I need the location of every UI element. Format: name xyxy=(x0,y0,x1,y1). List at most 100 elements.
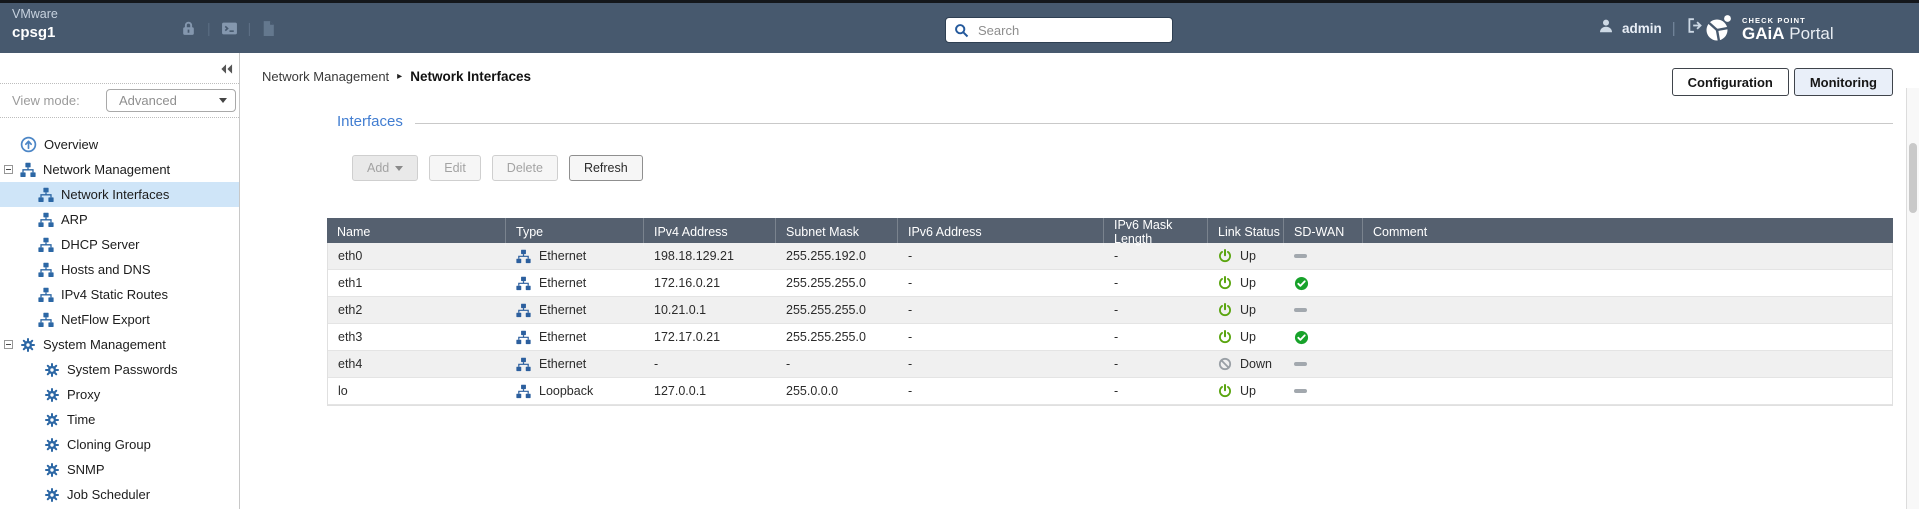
user-icon xyxy=(1598,18,1614,39)
cell-comment xyxy=(1363,324,1892,350)
checkpoint-logo-text: CHECK POINT GAiA Portal xyxy=(1742,16,1834,43)
section-header: Interfaces xyxy=(337,113,1893,130)
cell-link-status: Up xyxy=(1208,243,1284,269)
table-row[interactable]: lo Loopback 127.0.0.1 255.0.0.0 - - Up xyxy=(328,378,1892,405)
vertical-scrollbar[interactable] xyxy=(1906,88,1919,509)
gear-icon xyxy=(20,337,36,353)
sidebar-item[interactable]: Overview xyxy=(0,132,239,157)
cell-type: Ethernet xyxy=(506,243,644,269)
column-header[interactable]: Subnet Mask xyxy=(775,218,897,246)
toolbar-button-label: Add xyxy=(367,161,389,175)
cell-comment xyxy=(1363,378,1892,404)
table-row[interactable]: eth0 Ethernet 198.18.129.21 255.255.192.… xyxy=(328,243,1892,270)
column-header[interactable]: Type xyxy=(505,218,643,246)
section-divider xyxy=(415,123,1893,124)
top-bar: VMware cpsg1 | | admin | CHECK POINT GAi… xyxy=(0,3,1919,53)
toolbar-button[interactable]: Add xyxy=(352,155,418,181)
column-header[interactable]: SD-WAN xyxy=(1283,218,1362,246)
sidebar-item[interactable]: Time xyxy=(0,407,239,432)
loopback-icon xyxy=(516,384,531,399)
cell-link-status-label: Up xyxy=(1240,330,1256,344)
cell-link-status: Up xyxy=(1208,324,1284,350)
cell-type: Ethernet xyxy=(506,351,644,377)
cell-subnet-mask: 255.255.255.0 xyxy=(776,324,898,350)
cell-link-status-label: Up xyxy=(1240,249,1256,263)
network-icon xyxy=(38,237,54,253)
table-row[interactable]: eth2 Ethernet 10.21.0.1 255.255.255.0 - … xyxy=(328,297,1892,324)
breadcrumb-parent[interactable]: Network Management xyxy=(262,69,389,84)
cell-type: Ethernet xyxy=(506,297,644,323)
sdwan-disabled-icon xyxy=(1294,389,1307,393)
mode-button[interactable]: Monitoring xyxy=(1794,68,1893,96)
column-header[interactable]: Link Status xyxy=(1207,218,1283,246)
view-mode-value: Advanced xyxy=(119,93,177,108)
table-row[interactable]: eth4 Ethernet - - - - Down xyxy=(328,351,1892,378)
mode-button[interactable]: Configuration xyxy=(1672,68,1789,96)
icon-separator: | xyxy=(248,20,252,36)
sidebar-item[interactable]: System Management xyxy=(0,332,239,357)
column-header[interactable]: IPv4 Address xyxy=(643,218,775,246)
sidebar-item[interactable]: System Passwords xyxy=(0,357,239,382)
cell-ipv6-mask: - xyxy=(1104,270,1208,296)
chevron-down-icon xyxy=(395,166,403,171)
toolbar-button[interactable]: Refresh xyxy=(569,155,643,181)
cell-name: eth3 xyxy=(328,324,506,350)
document-icon[interactable] xyxy=(261,20,276,37)
cell-link-status-label: Down xyxy=(1240,357,1272,371)
sidebar-item-label: Time xyxy=(67,412,95,427)
network-icon xyxy=(38,262,54,278)
toolbar-button[interactable]: Edit xyxy=(429,155,481,181)
cell-type-label: Ethernet xyxy=(539,330,586,344)
cell-sdwan xyxy=(1284,297,1363,323)
sidebar-item[interactable]: DHCP Server xyxy=(0,232,239,257)
toolbar-button[interactable]: Delete xyxy=(492,155,558,181)
sidebar-item[interactable]: ARP xyxy=(0,207,239,232)
cell-name: lo xyxy=(328,378,506,404)
sidebar-item-label: IPv4 Static Routes xyxy=(61,287,168,302)
terminal-icon[interactable] xyxy=(221,20,238,37)
cell-ipv4: 10.21.0.1 xyxy=(644,297,776,323)
table-row[interactable]: eth3 Ethernet 172.17.0.21 255.255.255.0 … xyxy=(328,324,1892,351)
logout-icon[interactable] xyxy=(1686,17,1705,39)
column-header[interactable]: Comment xyxy=(1362,218,1893,246)
sidebar-item[interactable]: NetFlow Export xyxy=(0,307,239,332)
scrollbar-thumb[interactable] xyxy=(1909,143,1917,213)
checkpoint-logo: CHECK POINT GAiA Portal xyxy=(1704,11,1834,48)
toolbar-button-label: Edit xyxy=(444,161,466,175)
cell-ipv6-mask: - xyxy=(1104,378,1208,404)
gear-icon xyxy=(44,412,60,428)
cell-subnet-mask: 255.255.255.0 xyxy=(776,270,898,296)
cell-comment xyxy=(1363,297,1892,323)
sidebar-item-label: SNMP xyxy=(67,462,105,477)
cell-name: eth2 xyxy=(328,297,506,323)
sidebar-item[interactable]: Job Scheduler xyxy=(0,482,239,507)
search-input[interactable] xyxy=(976,22,1164,39)
link-up-icon xyxy=(1218,384,1232,398)
column-header[interactable]: IPv6 Mask Length xyxy=(1103,218,1207,246)
sidebar-item-label: Hosts and DNS xyxy=(61,262,151,277)
sidebar-item[interactable]: IPv4 Static Routes xyxy=(0,282,239,307)
view-mode-select[interactable]: Advanced xyxy=(106,89,236,112)
sidebar-item[interactable]: Hosts and DNS xyxy=(0,257,239,282)
sidebar-item[interactable]: Proxy xyxy=(0,382,239,407)
cell-type: Loopback xyxy=(506,378,644,404)
sidebar-item[interactable]: Network Management xyxy=(0,157,239,182)
cell-type-label: Ethernet xyxy=(539,249,586,263)
sidebar-item[interactable]: Network Interfaces xyxy=(0,182,239,207)
sdwan-enabled-icon xyxy=(1294,330,1309,345)
sidebar-item[interactable]: Cloning Group xyxy=(0,432,239,457)
cell-sdwan xyxy=(1284,378,1363,404)
table-row[interactable]: eth1 Ethernet 172.16.0.21 255.255.255.0 … xyxy=(328,270,1892,297)
cell-link-status: Up xyxy=(1208,378,1284,404)
column-header[interactable]: IPv6 Address xyxy=(897,218,1103,246)
tree-collapse-icon[interactable] xyxy=(4,165,13,174)
tree-collapse-icon[interactable] xyxy=(4,340,13,349)
sidebar-item-label: System Management xyxy=(43,337,166,352)
username-label[interactable]: admin xyxy=(1622,21,1662,36)
lock-icon[interactable] xyxy=(180,20,197,37)
sidebar-item[interactable]: SNMP xyxy=(0,457,239,482)
collapse-sidebar-icon[interactable] xyxy=(220,61,233,79)
column-header[interactable]: Name xyxy=(327,218,505,246)
icon-separator: | xyxy=(207,20,211,36)
search-box[interactable] xyxy=(945,17,1173,43)
